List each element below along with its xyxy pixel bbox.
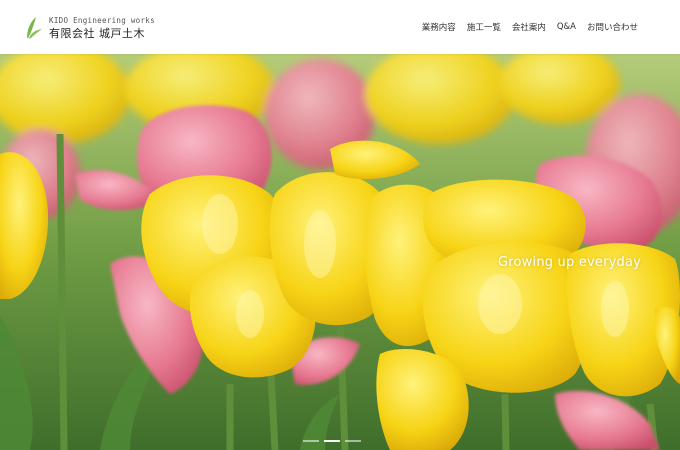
nav-faq[interactable]: Q&A [557,22,576,32]
site-logo[interactable]: KIDO Engineering works 有限会社 城戸土木 [24,14,155,42]
slider-dot-2[interactable] [324,440,340,442]
hero-tagline: Growing up everyday [498,255,642,270]
nav-services[interactable]: 業務内容 [422,21,456,33]
logo-company-name: 有限会社 城戸土木 [49,26,145,40]
nav-company[interactable]: 会社案内 [512,21,546,33]
nav-contact[interactable]: お問い合わせ [587,21,638,33]
slider-dot-1[interactable] [303,440,319,442]
site-header: KIDO Engineering works 有限会社 城戸土木 業務内容 施工… [0,0,680,54]
leaf-logo-icon [27,17,42,39]
slider-dot-3[interactable] [345,440,361,442]
nav-works[interactable]: 施工一覧 [467,21,501,33]
slider-pagination [303,440,361,442]
main-nav: 業務内容 施工一覧 会社案内 Q&A お問い合わせ [422,0,638,54]
logo-english-name: KIDO Engineering works [49,16,155,26]
hero-tulip-image [0,54,680,450]
hero-slider: Growing up everyday [0,54,680,450]
